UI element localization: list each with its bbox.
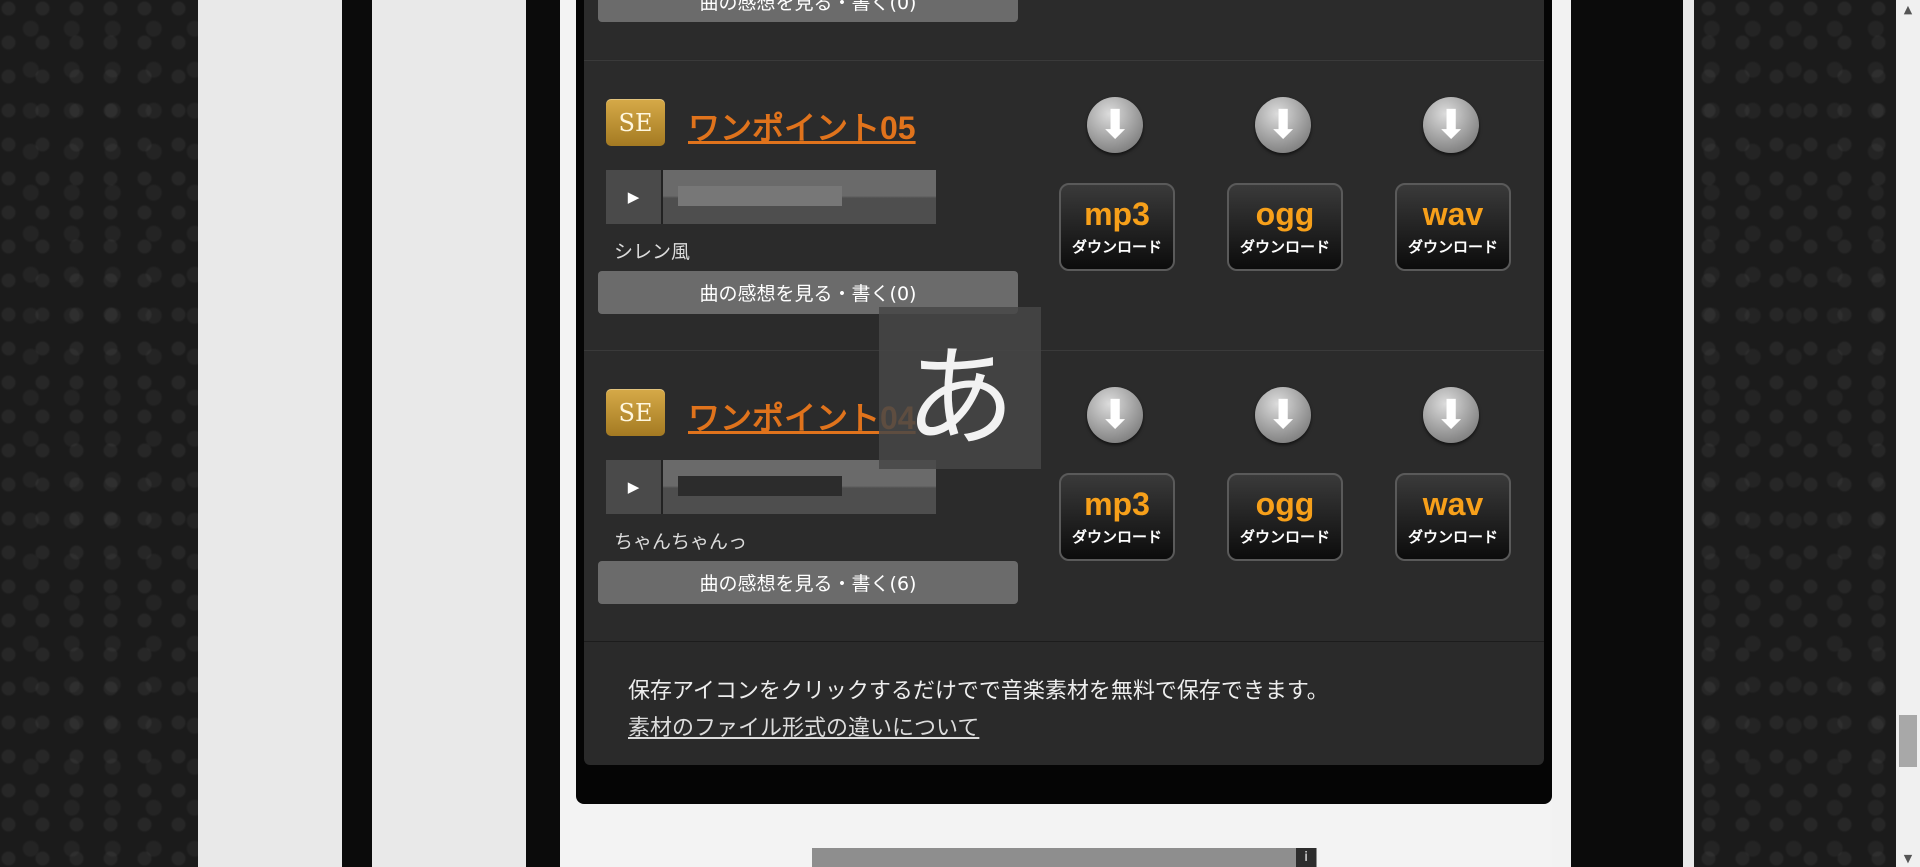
save-instructions: 保存アイコンをクリックするだけでで音楽素材を無料で保存できます。 <box>628 679 1329 704</box>
format-label: mp3 <box>1084 485 1150 522</box>
download-arrow-icon[interactable]: ⬇ <box>1087 97 1143 153</box>
audio-progress-bar[interactable] <box>678 476 842 496</box>
download-label: ダウンロード <box>1407 527 1498 546</box>
format-label: ogg <box>1255 195 1315 232</box>
page-inner-margin-left <box>372 0 526 867</box>
format-label: wav <box>1422 195 1484 232</box>
download-arrow-icon[interactable]: ⬇ <box>1255 97 1311 153</box>
track-title-link[interactable]: ワンポイント05 <box>688 103 916 149</box>
frame-band-right <box>1571 0 1683 867</box>
play-icon[interactable]: ▶ <box>606 170 663 224</box>
download-arrow-icon[interactable]: ⬇ <box>1423 387 1479 443</box>
download-arrow-icon[interactable]: ⬇ <box>1423 97 1479 153</box>
download-label: ダウンロード <box>1239 527 1330 546</box>
frame-inner-right <box>1552 0 1571 867</box>
mp3-download-button[interactable]: mp3 ダウンロード <box>1059 473 1175 561</box>
ogg-download-button[interactable]: ogg ダウンロード <box>1227 473 1343 561</box>
frame-band-left <box>342 0 372 867</box>
track-description: ちゃんちゃんっ <box>614 531 748 553</box>
scroll-down-icon[interactable]: ▼ <box>1896 849 1920 867</box>
track-row: SE ワンポイント05 ▶ シレン風 曲の感想を見る・書く(0) ⬇ mp3 ダ… <box>584 60 1544 351</box>
mp3-download-button[interactable]: mp3 ダウンロード <box>1059 183 1175 271</box>
audio-progress-bar[interactable] <box>678 186 842 206</box>
format-label: mp3 <box>1084 195 1150 232</box>
audio-player: ▶ <box>606 170 936 224</box>
previous-review-button[interactable]: 曲の感想を見る・書く(0) <box>598 0 1018 22</box>
format-label: wav <box>1422 485 1484 522</box>
wav-download-button[interactable]: wav ダウンロード <box>1395 183 1511 271</box>
download-arrow-icon[interactable]: ⬇ <box>1087 387 1143 443</box>
se-badge: SE <box>606 99 665 146</box>
ime-mode-indicator: あ <box>879 307 1041 469</box>
review-button[interactable]: 曲の感想を見る・書く(6) <box>598 561 1018 604</box>
download-label: ダウンロード <box>1071 237 1162 256</box>
play-icon[interactable]: ▶ <box>606 460 663 514</box>
track-description: シレン風 <box>614 241 691 263</box>
frame-inner-left <box>526 0 560 867</box>
format-label: ogg <box>1255 485 1315 522</box>
track-row-previous: 曲の感想を見る・書く(0) <box>584 0 1544 59</box>
download-label: ダウンロード <box>1407 237 1498 256</box>
scroll-up-icon[interactable]: ▲ <box>1896 0 1920 18</box>
file-format-link[interactable]: 素材のファイル形式の違いについて <box>628 710 979 742</box>
download-label: ダウンロード <box>1071 527 1162 546</box>
se-badge: SE <box>606 389 665 436</box>
ogg-download-button[interactable]: ogg ダウンロード <box>1227 183 1343 271</box>
download-label: ダウンロード <box>1239 237 1330 256</box>
track-row: SE ワンポイント04 ▶ ちゃんちゃんっ 曲の感想を見る・書く(6) ⬇ mp… <box>584 350 1544 642</box>
ad-info-icon[interactable]: i <box>1296 848 1316 867</box>
wav-download-button[interactable]: wav ダウンロード <box>1395 473 1511 561</box>
scrollbar-thumb[interactable] <box>1899 715 1917 767</box>
advertisement[interactable] <box>812 848 1317 867</box>
download-arrow-icon[interactable]: ⬇ <box>1255 387 1311 443</box>
